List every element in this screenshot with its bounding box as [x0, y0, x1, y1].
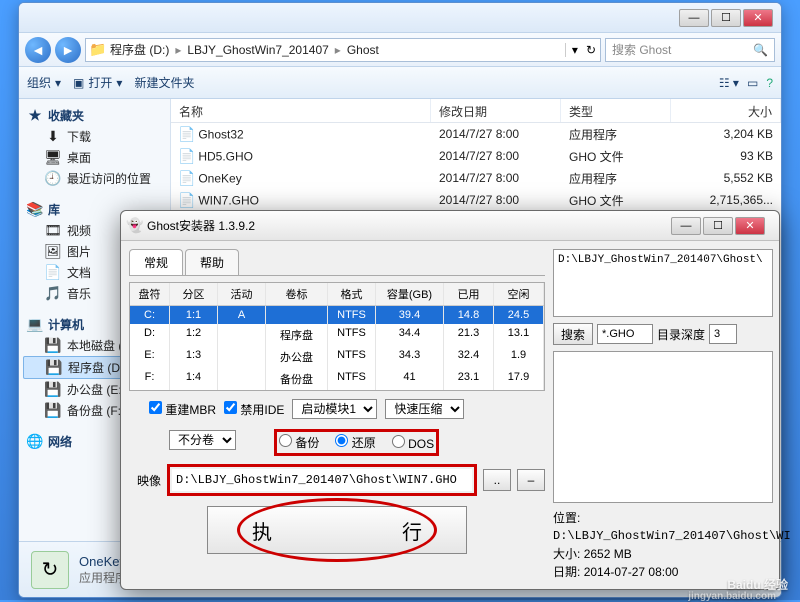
- dialog-close-button[interactable]: ✕: [735, 217, 765, 235]
- ghost-installer-dialog: 👻 Ghost安装器 1.3.9.2 — ☐ ✕ 常规 帮助 盘符 分区 活动 …: [120, 210, 780, 590]
- ide-checkbox[interactable]: 禁用IDE: [224, 401, 284, 418]
- partition-row[interactable]: C:1:1ANTFS39.414.824.5: [130, 306, 544, 324]
- search-button[interactable]: 搜索: [553, 323, 593, 345]
- mode-dos[interactable]: DOS: [392, 435, 434, 451]
- breadcrumb[interactable]: Ghost: [347, 43, 379, 57]
- organize-button[interactable]: 组织 ▾: [27, 74, 61, 91]
- view-button[interactable]: ☷ ▾: [719, 76, 739, 90]
- help-icon[interactable]: ?: [766, 76, 773, 90]
- dialog-maximize-button[interactable]: ☐: [703, 217, 733, 235]
- sidebar-item-recent[interactable]: 🕘最近访问的位置: [23, 168, 166, 189]
- drive-icon: 💾: [46, 360, 62, 376]
- app-icon: 👻: [127, 218, 143, 234]
- document-icon: 📄: [45, 265, 61, 281]
- partition-row[interactable]: F:1:4备份盘NTFS4123.117.9: [130, 368, 544, 390]
- boot-module-select[interactable]: 启动模块1: [292, 399, 377, 419]
- app-icon: ↻: [31, 551, 69, 589]
- open-button[interactable]: ▣ 打开 ▾: [73, 74, 122, 91]
- search-placeholder: 搜索 Ghost: [612, 41, 671, 58]
- path-list[interactable]: D:\LBJY_GhostWin7_201407\Ghost\: [553, 249, 773, 317]
- recent-icon: 🕘: [45, 171, 61, 187]
- file-row[interactable]: 📄 HD5.GHO2014/7/27 8:00GHO 文件93 KB: [171, 145, 781, 167]
- dialog-titlebar: 👻 Ghost安装器 1.3.9.2 — ☐ ✕: [121, 211, 779, 241]
- depth-label: 目录深度: [657, 326, 705, 343]
- tab-normal[interactable]: 常规: [129, 249, 183, 275]
- search-input[interactable]: 搜索 Ghost 🔍: [605, 38, 775, 62]
- col-label: 卷标: [266, 283, 328, 305]
- picture-icon: 🖼: [45, 244, 61, 260]
- explorer-titlebar: — ☐ ✕: [19, 3, 781, 33]
- mode-restore[interactable]: 还原: [335, 434, 375, 451]
- close-button[interactable]: ✕: [743, 9, 773, 27]
- sidebar-item-desktop[interactable]: 🖥桌面: [23, 147, 166, 168]
- col-free: 空闲: [494, 283, 544, 305]
- image-path-field[interactable]: [172, 469, 472, 491]
- depth-field[interactable]: [709, 324, 737, 344]
- info-panel: 位置: D:\LBJY_GhostWin7_201407\Ghost\WI 大小…: [553, 509, 773, 581]
- search-icon: 🔍: [753, 43, 768, 57]
- clear-button[interactable]: –: [517, 469, 545, 491]
- col-type[interactable]: 类型: [561, 99, 671, 122]
- library-icon: 📚: [27, 202, 43, 218]
- drive-icon: 💾: [45, 382, 61, 398]
- watermark: Baidu 经验 jingyan.baidu.com: [727, 573, 788, 594]
- col-used: 已用: [444, 283, 494, 305]
- dialog-title: Ghost安装器 1.3.9.2: [147, 217, 255, 234]
- col-fs: 格式: [328, 283, 376, 305]
- sidebar-item-downloads[interactable]: ⬇下载: [23, 126, 166, 147]
- col-date[interactable]: 修改日期: [431, 99, 561, 122]
- preview-button[interactable]: ▭: [747, 76, 758, 90]
- star-icon: ★: [27, 108, 43, 124]
- tabs: 常规 帮助: [129, 249, 545, 276]
- result-list[interactable]: [553, 351, 773, 503]
- dialog-minimize-button[interactable]: —: [671, 217, 701, 235]
- computer-icon: 💻: [27, 317, 43, 333]
- partition-table: 盘符 分区 活动 卷标 格式 容量(GB) 已用 空闲 C:1:1ANTFS39…: [129, 282, 545, 391]
- breadcrumb[interactable]: LBJY_GhostWin7_201407: [187, 43, 328, 57]
- network-icon: 🌐: [27, 434, 43, 450]
- execute-button[interactable]: 执 行: [207, 506, 467, 554]
- tab-help[interactable]: 帮助: [185, 249, 239, 275]
- col-disk: 盘符: [130, 283, 170, 305]
- col-cap: 容量(GB): [376, 283, 444, 305]
- file-row[interactable]: 📄 OneKey2014/7/27 8:00应用程序5,552 KB: [171, 167, 781, 189]
- col-part: 分区: [170, 283, 218, 305]
- maximize-button[interactable]: ☐: [711, 9, 741, 27]
- music-icon: 🎵: [45, 286, 61, 302]
- newfolder-button[interactable]: 新建文件夹: [134, 74, 194, 91]
- navbar: ◄ ► 📁 程序盘 (D:)▸ LBJY_GhostWin7_201407▸ G…: [19, 33, 781, 67]
- back-button[interactable]: ◄: [25, 37, 51, 63]
- col-name[interactable]: 名称: [171, 99, 431, 122]
- col-active: 活动: [218, 283, 266, 305]
- mbr-checkbox[interactable]: 重建MBR: [149, 401, 216, 418]
- folder-icon: 📁: [90, 42, 106, 58]
- col-size[interactable]: 大小: [671, 99, 781, 122]
- partition-row[interactable]: D:1:2程序盘NTFS34.421.313.1: [130, 324, 544, 346]
- file-row[interactable]: 📄 Ghost322014/7/27 8:00应用程序3,204 KB: [171, 123, 781, 145]
- compress-select[interactable]: 快速压缩: [385, 399, 464, 419]
- browse-button[interactable]: ..: [483, 469, 511, 491]
- desktop-icon: 🖥: [45, 150, 61, 166]
- drive-icon: 💾: [45, 338, 61, 354]
- breadcrumb[interactable]: 程序盘 (D:): [110, 41, 169, 58]
- partition-row[interactable]: E:1:3办公盘NTFS34.332.41.9: [130, 346, 544, 368]
- download-icon: ⬇: [45, 129, 61, 145]
- column-headers: 名称 修改日期 类型 大小: [171, 99, 781, 123]
- video-icon: 🎞: [45, 223, 61, 239]
- file-row[interactable]: 📄 WIN7.GHO2014/7/27 8:00GHO 文件2,715,365.…: [171, 189, 781, 211]
- sidebar-favorites[interactable]: ★收藏夹: [23, 105, 166, 126]
- minimize-button[interactable]: —: [679, 9, 709, 27]
- ext-field[interactable]: [597, 324, 653, 344]
- drive-icon: 💾: [45, 403, 61, 419]
- image-label: 映像: [137, 472, 161, 489]
- toolbar: 组织 ▾ ▣ 打开 ▾ 新建文件夹 ☷ ▾ ▭ ?: [19, 67, 781, 99]
- mode-backup[interactable]: 备份: [279, 434, 319, 451]
- forward-button[interactable]: ►: [55, 37, 81, 63]
- address-bar[interactable]: 📁 程序盘 (D:)▸ LBJY_GhostWin7_201407▸ Ghost…: [85, 38, 601, 62]
- split-select[interactable]: 不分卷: [169, 430, 236, 450]
